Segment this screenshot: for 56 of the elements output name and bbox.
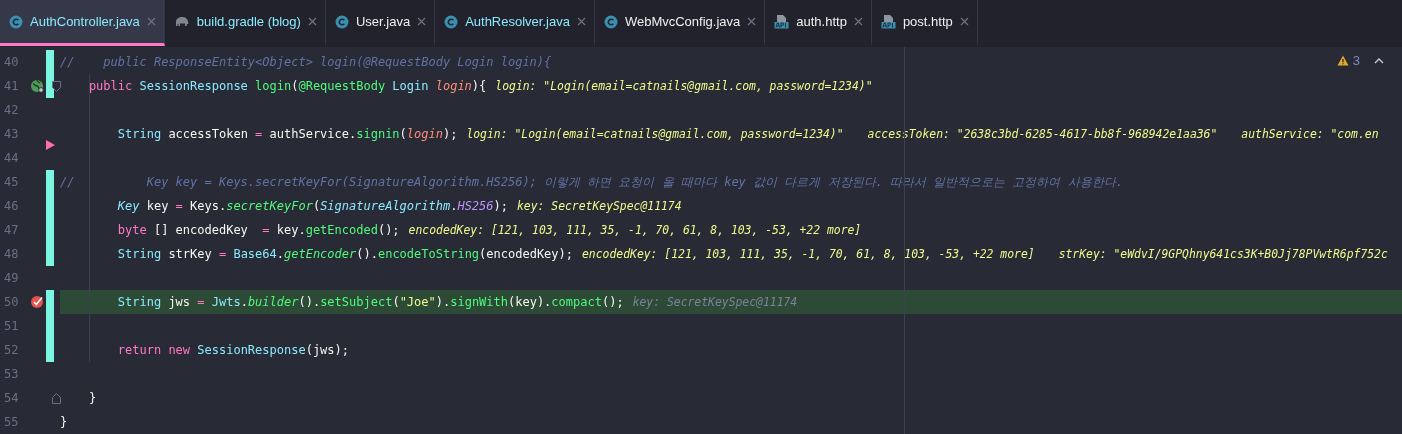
fold-icon[interactable]: [52, 81, 61, 92]
code-line: String strKey = Base64.getEncoder().encodeToString(encodedKey);: [117, 247, 573, 261]
api-file-icon: [774, 14, 790, 29]
tab-label: build.gradle (blog): [196, 14, 301, 29]
deletion-marker[interactable]: [46, 140, 55, 150]
close-icon[interactable]: [307, 17, 317, 26]
inline-value-hint: encodedKey: [121, 103, 111, 35, -1, 70, 61, 8, 103, -53, +22 more]: [582, 247, 1035, 261]
inline-value-hint: authService: "com.en: [1241, 127, 1379, 141]
close-icon[interactable]: [146, 17, 156, 26]
code-comment: // public ResponseEntity<Object> login(@RequestBody Login login){: [60, 55, 552, 69]
inline-value-hint: login: "Login(email=catnails@gmail.com, password=1234)": [495, 79, 873, 93]
close-icon[interactable]: [853, 17, 863, 26]
tab-label: post.http: [902, 14, 953, 29]
change-marker[interactable]: [46, 74, 54, 98]
code-line: }: [60, 415, 68, 429]
tab-label: AuthController.java: [30, 14, 140, 29]
inline-value-hint: login: "Login(email=catnails@gmail.com, password=1234)": [466, 127, 844, 141]
warning-icon: [1336, 55, 1349, 66]
inline-value-hint: strKey: "eWdvI/9GPQhny641cs3K+B0Jj78PVwtR6pf752c: [1058, 247, 1388, 261]
class-icon: [603, 14, 618, 29]
tab-label: WebMvcConfig.java: [624, 14, 741, 29]
elephant-icon: [173, 15, 190, 28]
change-marker[interactable]: [46, 50, 54, 74]
breakpoint-icon[interactable]: [30, 295, 44, 309]
close-icon[interactable]: [576, 17, 586, 26]
code-line: }: [88, 391, 97, 405]
code-line: Key key = Keys.secretKeyFor(SignatureAlgorithm.HS256);: [117, 199, 508, 213]
editor-tab[interactable]: AuthController.java: [0, 0, 165, 46]
warnings-indicator[interactable]: 3: [1336, 53, 1360, 68]
change-marker[interactable]: [46, 290, 54, 314]
code-line: String jws = Jwts.builder().setSubject("Joe").signWith(key).compact();: [117, 295, 624, 309]
code-line: return new SessionResponse(jws);: [117, 343, 349, 357]
globe-icon[interactable]: [30, 79, 44, 93]
code-line: String accessToken = authService.signin(login);: [117, 127, 458, 141]
chevron-up-icon[interactable]: [1374, 57, 1384, 64]
change-marker[interactable]: [46, 170, 54, 194]
class-icon: [9, 14, 23, 29]
tab-label: AuthResolver.java: [465, 14, 570, 29]
inline-value-hint: key: SecretKeySpec@11174: [517, 199, 682, 213]
code-line: byte [] encodedKey = key.getEncoded();: [117, 223, 400, 237]
close-icon[interactable]: [417, 17, 427, 26]
change-marker[interactable]: [46, 242, 54, 266]
tab-label: User.java: [355, 14, 411, 29]
tab-label: auth.http: [796, 14, 847, 29]
code-line: public SessionResponse login(@RequestBody Login login){: [88, 79, 487, 93]
inline-value-hint: accessToken: "2638c3bd-6285-4617-bb8f-968942e1aa36": [867, 127, 1218, 141]
api-file-icon: [880, 14, 896, 29]
close-icon[interactable]: [747, 17, 757, 26]
code-comment: // Key key = Keys.secretKeyFor(SignatureAlgorithm.HS256); 이렇게 하면 요청이 올 때마다 key 값이 다르게 저장된다. 따라서 일반적으로는 고정하여 사용한다.: [60, 173, 1123, 191]
inline-value-hint: encodedKey: [121, 103, 111, 35, -1, 70, 61, 8, 103, -53, +22 more]: [408, 223, 862, 237]
class-icon: [334, 14, 349, 29]
change-marker[interactable]: [46, 338, 54, 362]
close-icon[interactable]: [959, 17, 969, 26]
inline-value-hint: key: SecretKeySpec@11174: [632, 295, 798, 309]
class-icon: [444, 14, 459, 29]
line-number: 50: [0, 290, 28, 314]
